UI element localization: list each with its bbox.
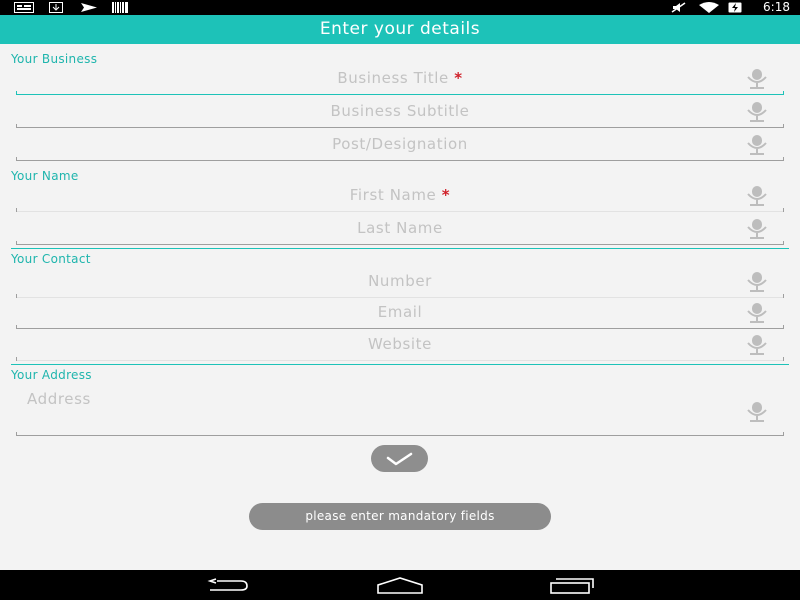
- microphone-icon[interactable]: [746, 135, 768, 155]
- navigation-bar: [0, 570, 800, 600]
- microphone-icon[interactable]: [746, 219, 768, 239]
- back-icon[interactable]: [207, 576, 251, 594]
- submit-button[interactable]: [371, 445, 428, 472]
- microphone-icon[interactable]: [746, 102, 768, 122]
- wifi-icon: [699, 2, 719, 13]
- page-title: Enter your details: [319, 19, 481, 39]
- notification-card-icon: [14, 2, 34, 13]
- last-name-input[interactable]: [16, 213, 784, 243]
- business-subtitle-field[interactable]: [16, 96, 784, 128]
- checkmark-icon: [386, 452, 413, 466]
- mute-icon: [671, 2, 686, 13]
- battery-charging-icon: [728, 2, 742, 13]
- business-subtitle-input[interactable]: [16, 96, 784, 126]
- microphone-icon[interactable]: [746, 335, 768, 355]
- email-input[interactable]: [16, 297, 784, 327]
- website-field[interactable]: [16, 329, 784, 361]
- microphone-icon[interactable]: [746, 272, 768, 292]
- number-field[interactable]: [16, 266, 784, 298]
- section-divider: [11, 364, 789, 365]
- download-icon: [49, 2, 63, 13]
- business-title-input[interactable]: [16, 63, 784, 93]
- send-icon: [81, 3, 97, 12]
- toast-message: please enter mandatory fields: [249, 503, 551, 530]
- website-input[interactable]: [16, 329, 784, 359]
- section-title-address: Your Address: [11, 368, 92, 382]
- post-designation-input[interactable]: [16, 129, 784, 159]
- home-icon[interactable]: [376, 576, 424, 594]
- microphone-icon[interactable]: [746, 303, 768, 323]
- address-input[interactable]: [16, 386, 736, 432]
- post-designation-field[interactable]: [16, 129, 784, 161]
- first-name-input[interactable]: [16, 180, 784, 210]
- first-name-field[interactable]: First Name *: [16, 180, 784, 212]
- recent-apps-icon[interactable]: [549, 576, 595, 594]
- section-title-contact: Your Contact: [11, 252, 91, 266]
- microphone-icon[interactable]: [746, 402, 768, 422]
- barcode-icon: [112, 2, 128, 13]
- status-bar: 6:18: [0, 0, 800, 15]
- microphone-icon[interactable]: [746, 69, 768, 89]
- app-bar: Enter your details: [0, 15, 800, 44]
- business-title-field[interactable]: Business Title *: [16, 63, 784, 95]
- microphone-icon[interactable]: [746, 186, 768, 206]
- address-field[interactable]: [16, 386, 784, 436]
- clock: 6:18: [763, 0, 790, 14]
- number-input[interactable]: [16, 266, 784, 296]
- section-divider: [11, 248, 789, 249]
- email-field[interactable]: [16, 297, 784, 329]
- last-name-field[interactable]: [16, 213, 784, 245]
